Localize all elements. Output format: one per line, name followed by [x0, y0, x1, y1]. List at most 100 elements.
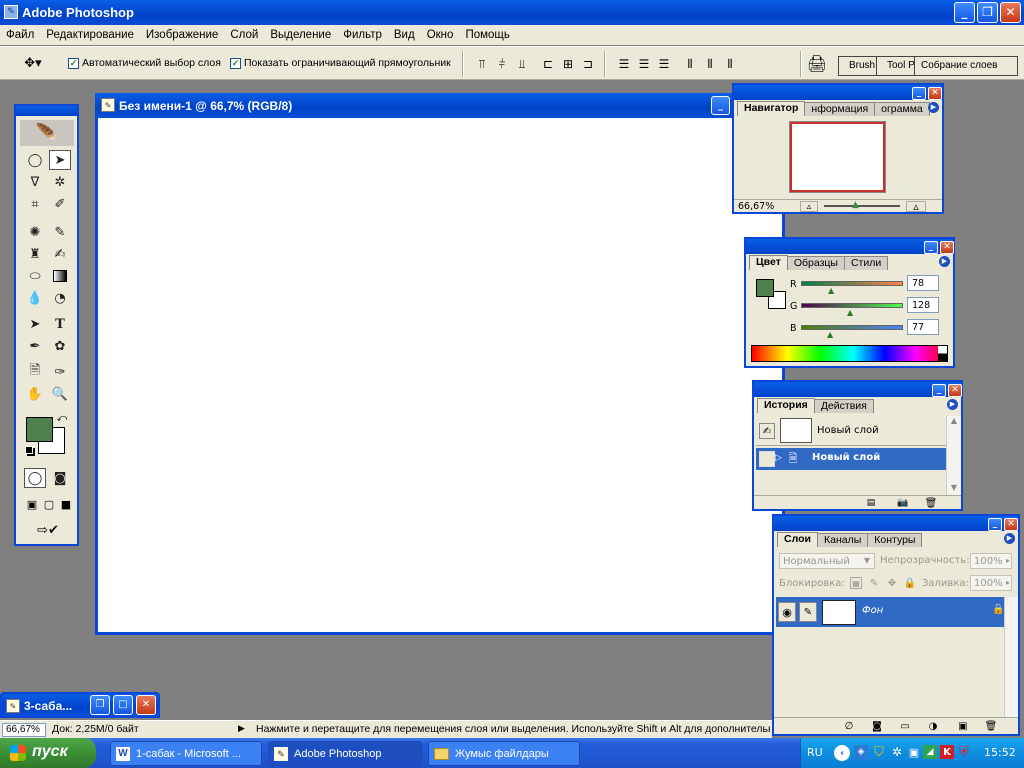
slice-tool-icon[interactable]: ✐ — [49, 194, 71, 214]
distribute-bottom-icon[interactable]: ☰ — [656, 56, 672, 72]
eyedropper-tool-icon[interactable]: ✑ — [49, 362, 71, 382]
new-layer-icon[interactable]: ▣ — [956, 720, 970, 733]
history-panel-title-bar[interactable] — [754, 382, 961, 397]
history-trash-icon[interactable]: 🗑 — [924, 497, 938, 509]
navigator-preview[interactable] — [790, 122, 885, 192]
blue-slider-thumb[interactable]: ▲ — [827, 330, 833, 339]
navigator-menu-arrow-icon[interactable]: ▶ — [928, 102, 939, 113]
navigator-panel-title-bar[interactable] — [734, 85, 942, 100]
opacity-field[interactable]: 100% ▸ — [970, 553, 1012, 569]
status-menu-arrow-icon[interactable]: ▶ — [238, 723, 245, 734]
swap-colors-icon[interactable]: ⤺ — [56, 412, 68, 424]
color-ramp-black-white[interactable] — [938, 346, 947, 361]
history-brush-source-icon[interactable]: ✍ — [759, 423, 775, 439]
history-close-button[interactable]: ✕ — [948, 384, 962, 397]
history-brush-tool-icon[interactable]: ✍ — [49, 244, 71, 264]
navigator-minimize-button[interactable]: _ — [912, 87, 926, 100]
language-indicator[interactable]: RU — [807, 746, 823, 759]
custom-shape-tool-icon[interactable]: ✿ — [49, 336, 71, 356]
pen-tool-icon[interactable]: ✒ — [24, 336, 46, 356]
close-button[interactable]: ✕ — [1000, 2, 1021, 23]
move-tool-preset-icon[interactable]: ✥▾ — [18, 55, 48, 71]
blur-tool-icon[interactable]: 💧 — [24, 288, 46, 308]
color-menu-arrow-icon[interactable]: ▶ — [939, 256, 950, 267]
move-tool-icon[interactable]: ➤ — [49, 150, 71, 170]
layer-mask-icon[interactable]: ◙ — [870, 720, 884, 733]
taskbar-item-folder[interactable]: Жумыс файлдары — [428, 741, 580, 766]
palette-well-tab-brushes[interactable]: Brush — [839, 57, 877, 75]
zoom-slider-thumb[interactable]: ▲ — [852, 200, 859, 210]
blue-slider[interactable] — [801, 325, 903, 330]
brush-tool-icon[interactable]: ✎ — [49, 222, 71, 242]
tray-app-icon[interactable]: ◈ — [854, 745, 868, 759]
tab-actions[interactable]: Действия — [813, 399, 874, 413]
color-close-button[interactable]: ✕ — [940, 241, 954, 254]
path-selection-tool-icon[interactable]: ➤ — [24, 314, 46, 334]
menu-edit[interactable]: Редактирование — [40, 29, 140, 41]
history-scrollbar[interactable]: ▲ ▼ — [946, 416, 961, 495]
tray-kaspersky-icon[interactable]: K — [940, 745, 954, 759]
zoom-out-icon[interactable]: ▵ — [800, 201, 818, 212]
menu-window[interactable]: Окно — [421, 29, 460, 41]
standard-mode-icon[interactable]: ◯ — [24, 468, 46, 488]
file-browser-icon[interactable]: 🖨 — [806, 53, 828, 75]
align-right-icon[interactable]: ⊐ — [580, 56, 596, 72]
tab-channels[interactable]: Каналы — [816, 533, 869, 547]
document-title-bar[interactable]: ✎ Без имени-1 @ 66,7% (RGB/8) _ — [95, 93, 785, 118]
gradient-tool-icon[interactable] — [49, 266, 71, 286]
zoom-slider-track[interactable] — [824, 205, 900, 207]
layers-menu-arrow-icon[interactable]: ▶ — [1004, 533, 1015, 544]
tab-swatches[interactable]: Образцы — [786, 256, 845, 270]
green-value-field[interactable]: 128 — [907, 297, 939, 313]
minimized-close-button[interactable]: ✕ — [136, 695, 156, 715]
navigator-zoom-value[interactable]: 66,67% — [738, 201, 774, 212]
canvas[interactable] — [98, 118, 782, 632]
minimize-button[interactable]: _ — [954, 2, 975, 23]
new-snapshot-icon[interactable]: 📷 — [896, 497, 910, 509]
menu-filter[interactable]: Фильтр — [337, 29, 388, 41]
clone-stamp-tool-icon[interactable]: ♜ — [24, 244, 46, 264]
color-minimize-button[interactable]: _ — [924, 241, 938, 254]
tab-histogram[interactable]: ограмма — [874, 102, 930, 116]
tray-expand-icon[interactable]: ‹ — [834, 745, 850, 761]
tab-info[interactable]: нформация — [804, 102, 876, 116]
status-zoom-field[interactable]: 66,67% — [2, 723, 46, 737]
align-vcenter-icon[interactable]: ⫩ — [494, 56, 510, 72]
menu-select[interactable]: Выделение — [264, 29, 337, 41]
adobe-online-feather-icon[interactable]: 🪶 — [20, 120, 74, 146]
menu-help[interactable]: Помощь — [459, 29, 515, 41]
history-minimize-button[interactable]: _ — [932, 384, 946, 397]
lock-transparency-icon[interactable]: ▦ — [850, 577, 862, 589]
palette-well-tab-layer-comps[interactable]: Собрание слоев — [915, 57, 1017, 75]
magic-wand-tool-icon[interactable]: ✲ — [49, 172, 71, 192]
tray-app2-icon[interactable]: ◢ — [923, 745, 937, 759]
history-menu-arrow-icon[interactable]: ▶ — [947, 399, 958, 410]
screen-mode-full-menu-icon[interactable]: ▢ — [41, 496, 57, 512]
layer-trash-icon[interactable]: 🗑 — [984, 720, 998, 733]
minimized-restore-button[interactable]: ❐ — [90, 695, 110, 715]
red-slider-thumb[interactable]: ▲ — [828, 286, 834, 295]
tray-network-icon[interactable]: ✲ — [890, 745, 904, 759]
type-tool-icon[interactable]: T — [49, 314, 71, 334]
jump-to-imageready-icon[interactable]: ⇨✔ — [24, 520, 72, 540]
layers-scrollbar[interactable] — [1004, 597, 1018, 717]
zoom-in-icon[interactable]: ▵ — [906, 200, 926, 213]
dodge-tool-icon[interactable]: ◔ — [49, 288, 71, 308]
tab-layers[interactable]: Слои — [777, 532, 818, 547]
notes-tool-icon[interactable]: 🗎 — [24, 362, 46, 382]
minimized-document-window[interactable]: ✎ 3-саба... ❐ □ ✕ — [0, 692, 160, 718]
start-button[interactable]: пуск — [0, 738, 96, 768]
healing-brush-tool-icon[interactable]: ✺ — [24, 222, 46, 242]
menu-view[interactable]: Вид — [388, 29, 421, 41]
tab-history[interactable]: История — [757, 398, 815, 413]
layer-name[interactable]: Фон — [862, 605, 883, 616]
screen-mode-full-icon[interactable]: ■ — [58, 496, 74, 512]
menu-file[interactable]: Файл — [0, 29, 40, 41]
screen-mode-standard-icon[interactable]: ▣ — [24, 496, 40, 512]
distribute-left-icon[interactable]: ⦀ — [682, 56, 698, 72]
align-top-icon[interactable]: ⫪ — [474, 56, 490, 72]
lock-all-icon[interactable]: 🔒 — [904, 577, 916, 589]
distribute-right-icon[interactable]: ⦀ — [722, 56, 738, 72]
tray-shield-icon[interactable]: ⛉ — [872, 745, 886, 760]
taskbar-item-word[interactable]: W 1-сабак - Microsoft ... — [110, 741, 262, 766]
